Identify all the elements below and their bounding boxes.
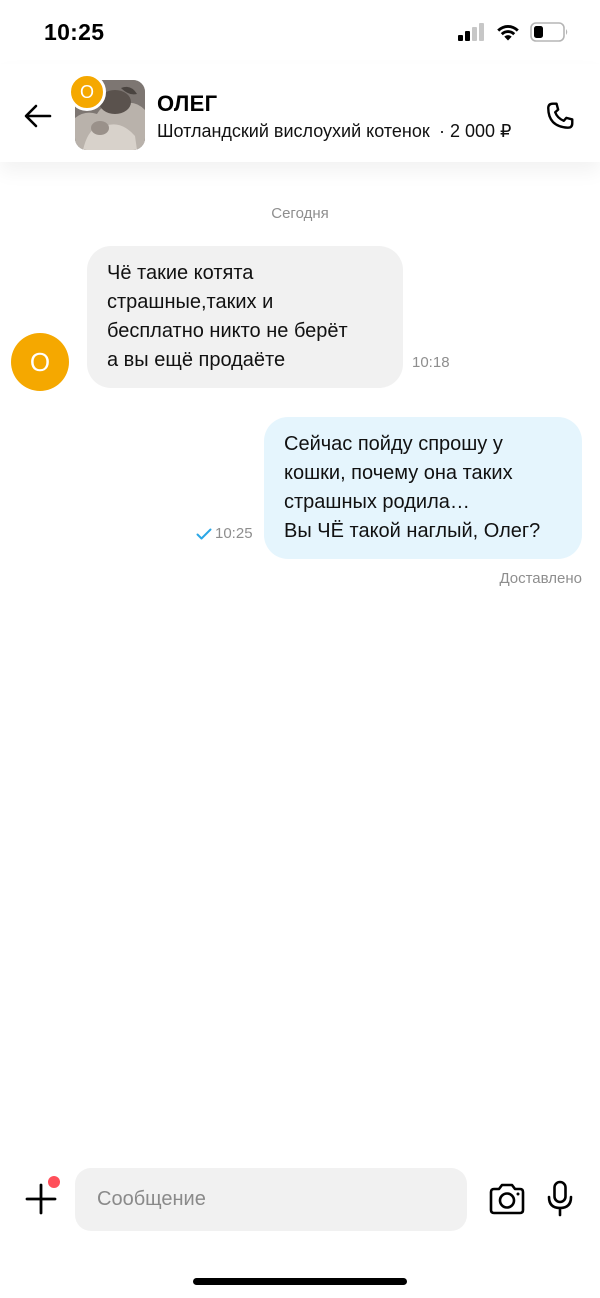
- phone-icon: [547, 102, 574, 129]
- call-button[interactable]: [540, 96, 580, 136]
- battery-icon: [530, 22, 568, 42]
- listing-price: · 2 000 ₽: [439, 121, 512, 141]
- message-composer: [0, 1148, 600, 1298]
- message-line: Вы ЧЁ такой наглый, Олег?: [284, 520, 541, 542]
- sender-avatar[interactable]: О: [11, 333, 69, 391]
- arrow-left-icon: [24, 104, 52, 128]
- message-line: Сейчас пойду спрошу у: [284, 433, 503, 455]
- listing-title: Шотландский вислоухий котенок: [157, 121, 430, 141]
- message-line: а вы ещё продаёте: [107, 349, 286, 371]
- incoming-message[interactable]: Чё такие котята страшные,таких и бесплат…: [87, 246, 403, 388]
- notification-dot: [48, 1176, 60, 1188]
- signal-icon: [458, 23, 484, 41]
- microphone-icon[interactable]: [546, 1180, 574, 1218]
- back-button[interactable]: [18, 96, 58, 136]
- listing-info[interactable]: Шотландский вислоухий котенок · 2 000 ₽: [157, 121, 512, 142]
- chat-messages[interactable]: Сегодня О Чё такие котята страшные,таких…: [0, 162, 600, 1148]
- home-indicator[interactable]: [193, 1278, 407, 1285]
- contact-avatar-badge[interactable]: О: [68, 73, 106, 111]
- message-line: страшных родила…: [284, 491, 470, 513]
- wifi-icon: [497, 25, 519, 41]
- message-time: 10:18: [412, 354, 450, 371]
- checkmark-icon: [196, 528, 212, 539]
- message-line: бесплатно никто не берёт: [107, 320, 348, 342]
- chat-header: О ОЛЕГ Шотландский вислоухий котенок · 2…: [0, 64, 600, 162]
- message-line: Чё такие котята: [107, 262, 254, 284]
- status-bar: 10:25: [0, 0, 600, 64]
- outgoing-meta: 10:25: [196, 525, 253, 542]
- status-time: 10:25: [44, 19, 105, 45]
- delivery-status: Доставлено: [499, 570, 582, 587]
- status-icons: [458, 22, 570, 42]
- message-time: 10:25: [215, 525, 253, 542]
- date-separator: Сегодня: [271, 205, 329, 222]
- message-line: страшные,таких и: [107, 291, 274, 313]
- camera-icon[interactable]: [488, 1182, 526, 1216]
- message-input[interactable]: [75, 1168, 467, 1231]
- contact-name[interactable]: ОЛЕГ: [157, 91, 217, 117]
- outgoing-message[interactable]: Сейчас пойду спрошу у кошки, почему она …: [264, 417, 582, 559]
- message-line: кошки, почему она таких: [284, 462, 513, 484]
